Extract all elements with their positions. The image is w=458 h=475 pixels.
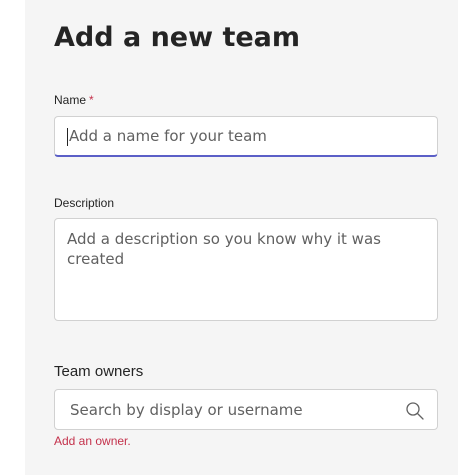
owner-error-message: Add an owner. [54,434,131,448]
name-label-text: Name [54,93,87,107]
team-owners-search-input[interactable]: Search by display or username [54,389,438,430]
team-name-placeholder: Add a name for your team [69,127,267,145]
team-owners-label: Team owners [54,363,144,380]
team-name-input[interactable]: Add a name for your team [54,116,438,157]
description-label: Description [54,196,115,210]
search-icon [406,402,424,420]
required-marker: * [89,93,94,107]
description-placeholder: Add a description so you know why it was… [67,230,381,268]
description-textarea[interactable]: Add a description so you know why it was… [54,218,438,321]
text-caret [67,127,68,146]
owners-placeholder: Search by display or username [70,401,303,419]
name-label: Name * [54,93,94,107]
page-title: Add a new team [54,22,301,53]
